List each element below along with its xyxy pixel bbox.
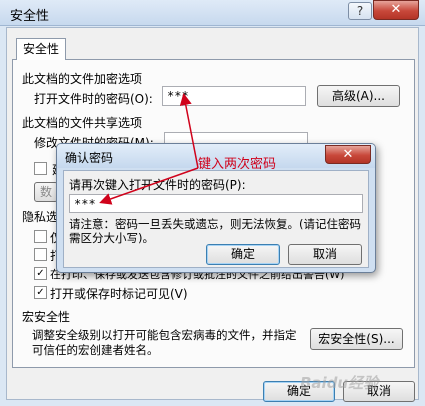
arrow-to-open-password bbox=[179, 93, 199, 169]
arrow-to-confirm-password bbox=[99, 167, 199, 205]
annotation-arrows bbox=[99, 93, 199, 205]
annotation-label: 键入两次密码 bbox=[198, 157, 277, 172]
